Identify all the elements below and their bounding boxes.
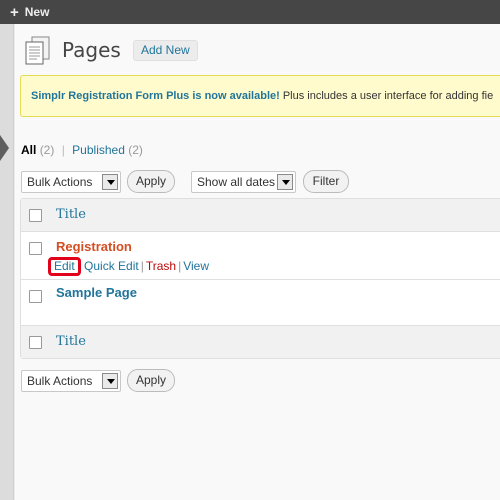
notice-headline: Simplr Registration Form Plus is now ava… xyxy=(31,90,280,102)
filter-published[interactable]: Published xyxy=(72,143,125,157)
bulk-actions-value: Bulk Actions xyxy=(27,374,93,388)
edit-link[interactable]: Edit xyxy=(48,257,81,276)
filter-published-count: (2) xyxy=(128,143,143,157)
view-link[interactable]: View xyxy=(183,259,209,273)
table-footer: Title xyxy=(21,325,500,358)
bulk-actions-value: Bulk Actions xyxy=(27,175,93,189)
table-header: Title xyxy=(21,199,500,232)
add-new-button[interactable]: Add New xyxy=(133,40,198,61)
action-separator: | xyxy=(178,259,182,273)
new-menu-item[interactable]: + New xyxy=(10,5,49,20)
status-filter: All (2) | Published (2) xyxy=(21,143,143,157)
notice-text: Plus includes a user interface for addin… xyxy=(279,90,494,102)
pages-table: Title Registration Edit Quick Edit | Trash… xyxy=(20,198,500,359)
row-title-link[interactable]: Registration xyxy=(56,239,132,254)
title-column-header[interactable]: Title xyxy=(56,207,86,222)
apply-button-bottom[interactable]: Apply xyxy=(127,369,175,392)
select-all-checkbox[interactable] xyxy=(29,209,42,222)
row-title-link[interactable]: Sample Page xyxy=(56,285,137,300)
filter-all[interactable]: All xyxy=(21,143,36,157)
quick-edit-link[interactable]: Quick Edit xyxy=(84,259,139,273)
dates-select[interactable]: Show all dates xyxy=(191,171,296,193)
new-label: New xyxy=(24,5,50,19)
filter-separator: | xyxy=(61,143,65,157)
filter-all-count: (2) xyxy=(39,143,55,157)
table-row: Sample Page xyxy=(21,280,500,325)
action-separator: | xyxy=(140,259,144,273)
pages-icon xyxy=(25,36,50,65)
chevron-down-icon xyxy=(277,174,293,190)
current-menu-arrow-icon xyxy=(0,135,9,161)
chevron-down-icon xyxy=(102,373,118,389)
title-column-footer[interactable]: Title xyxy=(56,334,86,349)
plus-icon: + xyxy=(10,3,19,21)
select-all-checkbox-footer[interactable] xyxy=(29,336,42,349)
row-actions: Edit Quick Edit | Trash | View xyxy=(48,257,209,276)
main-content: Pages Add New Simplr Registration Form P… xyxy=(15,24,500,500)
page-title: Pages xyxy=(62,38,121,62)
plugin-notice: Simplr Registration Form Plus is now ava… xyxy=(20,75,500,117)
filter-button[interactable]: Filter xyxy=(303,170,349,193)
bulk-actions-select-bottom[interactable]: Bulk Actions xyxy=(21,370,121,392)
table-row: Registration Edit Quick Edit | Trash | View xyxy=(21,232,500,280)
admin-menu-rail xyxy=(0,24,14,500)
chevron-down-icon xyxy=(102,174,118,190)
row-checkbox[interactable] xyxy=(29,290,42,303)
admin-bar: + New xyxy=(0,0,500,24)
row-checkbox[interactable] xyxy=(29,242,42,255)
bulk-actions-select-top[interactable]: Bulk Actions xyxy=(21,171,121,193)
dates-value: Show all dates xyxy=(197,175,276,189)
apply-button-top[interactable]: Apply xyxy=(127,170,175,193)
trash-link[interactable]: Trash xyxy=(146,259,176,273)
